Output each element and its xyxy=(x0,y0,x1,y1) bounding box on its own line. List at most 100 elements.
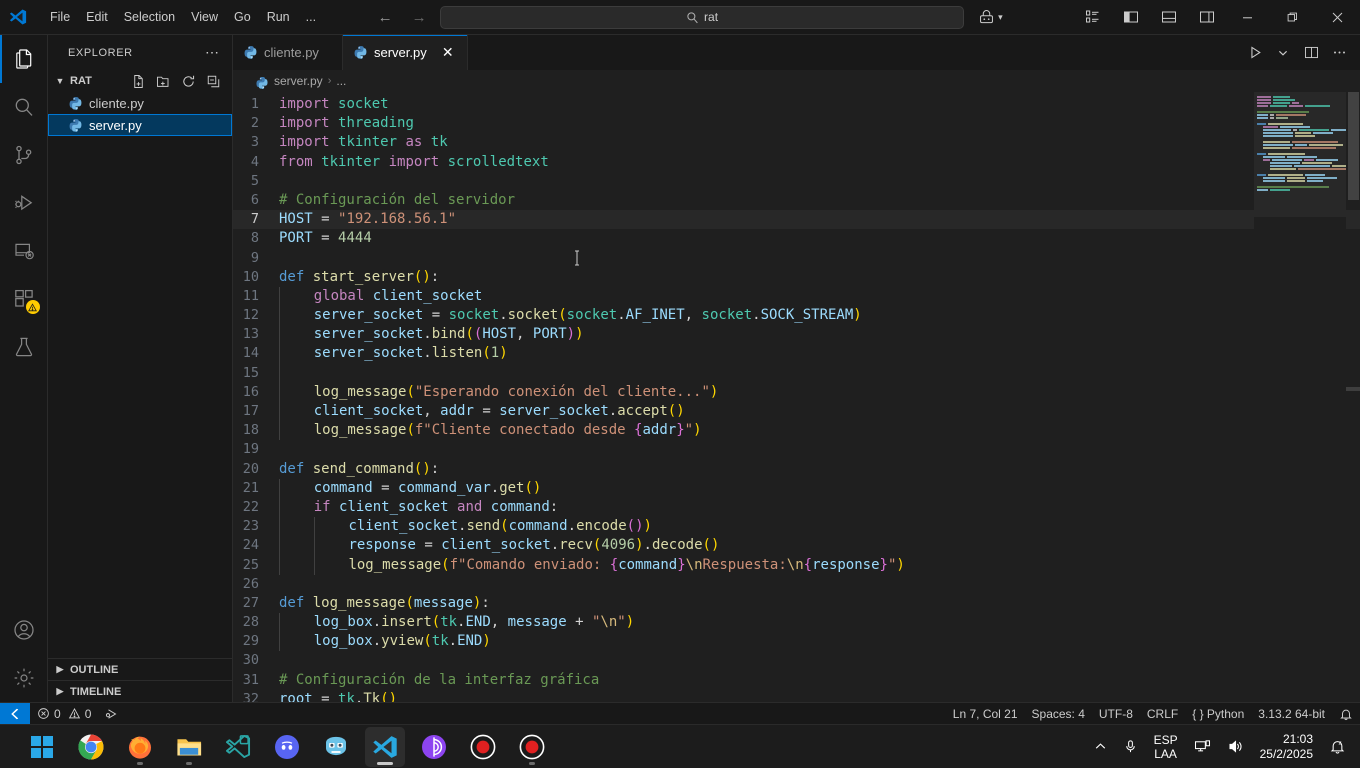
overview-ruler-marker xyxy=(1346,387,1360,391)
taskbar-file-explorer[interactable] xyxy=(169,727,209,767)
sidebar-panel-timeline[interactable]: ▶ TIMELINE xyxy=(48,680,232,702)
notifications-bell-icon[interactable]: z xyxy=(1321,727,1354,767)
menu-edit[interactable]: Edit xyxy=(78,6,116,29)
breadcrumb-file[interactable]: server.py xyxy=(274,74,323,88)
menu-run[interactable]: Run xyxy=(259,6,298,29)
taskbar-start-button[interactable] xyxy=(22,727,62,767)
code-editor[interactable]: 1 import socket 2 import threading 3 import… xyxy=(233,92,1360,702)
status-remote-window[interactable] xyxy=(0,702,30,725)
activity-item-remote-explorer[interactable] xyxy=(0,227,48,275)
go-forward-icon[interactable]: → xyxy=(410,9,428,26)
toggle-panel-icon[interactable] xyxy=(1153,4,1185,30)
go-back-icon[interactable]: ← xyxy=(376,9,394,26)
taskbar-vscode-insiders[interactable] xyxy=(218,727,258,767)
tab-server-py[interactable]: server.py ✕ xyxy=(343,35,468,70)
command-center[interactable]: rat xyxy=(440,5,965,29)
activity-item-run-and-debug[interactable] xyxy=(0,179,48,227)
menu-selection[interactable]: Selection xyxy=(116,6,183,29)
line-number: 6 xyxy=(250,191,259,208)
scrollbar-thumb[interactable] xyxy=(1348,92,1359,200)
title-bar: File Edit Selection View Go Run ... ← → … xyxy=(0,0,1360,35)
close-button[interactable] xyxy=(1315,0,1360,35)
line-content: def start_server(): xyxy=(279,268,440,285)
status-encoding[interactable]: UTF-8 xyxy=(1092,703,1140,725)
line-number: 1 xyxy=(250,96,259,112)
status-ports[interactable] xyxy=(98,703,126,725)
toggle-secondary-sidebar-icon[interactable] xyxy=(1191,4,1223,30)
file-tree-item-server[interactable]: server.py xyxy=(48,114,232,136)
activity-item-testing[interactable] xyxy=(0,323,48,371)
status-notifications[interactable] xyxy=(1332,703,1360,725)
taskbar-discord[interactable] xyxy=(267,727,307,767)
status-cursor-position[interactable]: Ln 7, Col 21 xyxy=(946,703,1025,725)
taskbar-godot[interactable] xyxy=(316,727,356,767)
collapse-all-icon[interactable] xyxy=(202,70,224,92)
activity-item-source-control[interactable] xyxy=(0,131,48,179)
taskbar-visual-studio-code[interactable] xyxy=(365,726,405,767)
close-icon[interactable]: ✕ xyxy=(439,44,457,62)
taskbar-screen-recorder[interactable] xyxy=(463,727,503,767)
code-scroll-area[interactable]: 1 import socket 2 import threading 3 import… xyxy=(233,92,1360,702)
taskbar-chrome[interactable] xyxy=(71,727,111,767)
search-icon xyxy=(686,11,699,24)
show-hidden-icons-button[interactable] xyxy=(1086,727,1115,767)
microphone-icon[interactable] xyxy=(1115,727,1146,767)
activity-item-explorer[interactable] xyxy=(0,35,48,83)
chevron-right-icon: ▶ xyxy=(56,664,64,674)
line-number: 2 xyxy=(250,115,259,132)
maximize-button[interactable] xyxy=(1270,0,1315,35)
breadcrumb-trail[interactable]: ... xyxy=(336,74,346,88)
code-line: 31 # Configuración de la interfaz gráfica xyxy=(233,671,1360,690)
line-number: 26 xyxy=(242,575,259,592)
split-editor-icon[interactable] xyxy=(1298,40,1324,66)
network-icon[interactable] xyxy=(1186,727,1219,767)
remote-accounts-icon xyxy=(978,9,995,26)
status-language-mode[interactable]: { } Python xyxy=(1185,703,1251,725)
activity-item-search[interactable] xyxy=(0,83,48,131)
menu-file[interactable]: File xyxy=(42,6,78,29)
tab-cliente-py[interactable]: cliente.py xyxy=(233,35,343,70)
customize-layout-icon[interactable] xyxy=(1077,4,1109,30)
status-problems[interactable]: 0 0 xyxy=(30,703,98,725)
line-number: 15 xyxy=(242,364,259,381)
activity-item-extensions[interactable] xyxy=(0,275,48,323)
run-python-file-icon[interactable] xyxy=(1242,40,1268,66)
volume-icon[interactable] xyxy=(1219,727,1252,767)
status-python-interpreter[interactable]: 3.13.2 64-bit xyxy=(1251,703,1332,725)
menu-view[interactable]: View xyxy=(183,6,226,29)
toggle-primary-sidebar-icon[interactable] xyxy=(1115,4,1147,30)
menu-go[interactable]: Go xyxy=(226,6,259,29)
line-content: # Configuración del servidor xyxy=(279,191,516,208)
taskbar-clock[interactable]: 21:03 25/2/2025 xyxy=(1252,732,1321,762)
taskbar-tor-browser[interactable] xyxy=(414,727,454,767)
new-file-icon[interactable] xyxy=(127,70,149,92)
activity-item-settings[interactable] xyxy=(0,654,48,702)
editor-minimap[interactable] xyxy=(1254,92,1346,702)
line-content xyxy=(279,363,1360,383)
line-number: 3 xyxy=(250,134,259,151)
status-line-endings[interactable]: CRLF xyxy=(1140,703,1185,725)
activity-item-accounts[interactable] xyxy=(0,606,48,654)
refresh-icon[interactable] xyxy=(177,70,199,92)
remote-accounts-control[interactable]: ▾ xyxy=(978,9,1003,26)
menu-more[interactable]: ... xyxy=(298,6,324,29)
code-line: 5 xyxy=(233,172,1360,191)
more-actions-icon[interactable] xyxy=(1326,40,1352,66)
side-bar: EXPLORER ⋯ ▼ RAT cliente.py server.py ▶ … xyxy=(48,35,233,702)
python-file-icon xyxy=(68,96,83,111)
editor-group: cliente.py server.py ✕ server.py › ... 1… xyxy=(233,35,1360,702)
status-indentation[interactable]: Spaces: 4 xyxy=(1025,703,1092,725)
chevron-down-icon[interactable] xyxy=(1270,40,1296,66)
sidebar-panel-outline[interactable]: ▶ OUTLINE xyxy=(48,658,232,680)
sidebar-more-actions-icon[interactable]: ⋯ xyxy=(201,44,224,61)
python-file-icon xyxy=(68,118,83,133)
keyboard-layout-indicator[interactable]: ESP LAA xyxy=(1146,727,1186,767)
minimize-button[interactable] xyxy=(1225,0,1270,35)
folder-header-rat[interactable]: ▼ RAT xyxy=(48,70,232,92)
keyboard-layout-line2: LAA xyxy=(1154,746,1177,761)
editor-vertical-scrollbar[interactable] xyxy=(1346,92,1360,702)
file-tree-item-cliente[interactable]: cliente.py xyxy=(48,92,232,114)
taskbar-firefox[interactable] xyxy=(120,727,160,767)
taskbar-obs-recorder[interactable] xyxy=(512,727,552,767)
new-folder-icon[interactable] xyxy=(152,70,174,92)
